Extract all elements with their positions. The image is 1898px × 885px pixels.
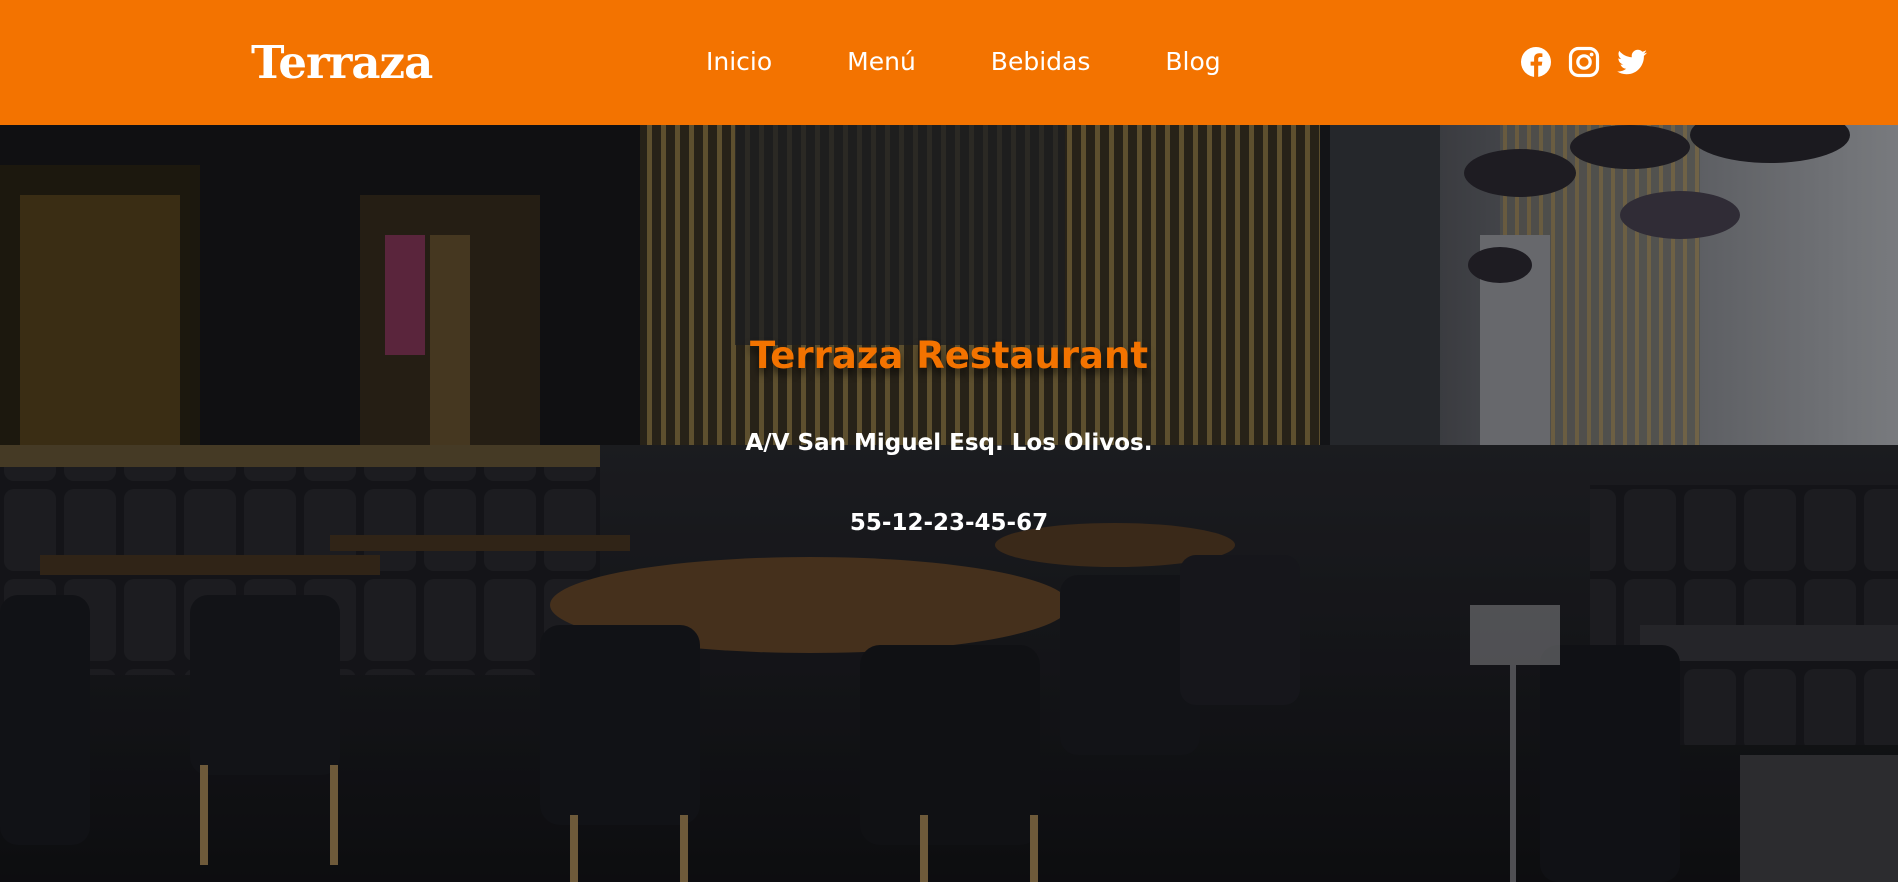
twitter-icon[interactable] <box>1616 46 1648 78</box>
nav-link-bebidas[interactable]: Bebidas <box>991 44 1091 80</box>
nav-link-blog[interactable]: Blog <box>1165 44 1220 80</box>
instagram-icon[interactable] <box>1568 46 1600 78</box>
nav-link-inicio[interactable]: Inicio <box>706 44 772 80</box>
hero-address: A/V San Miguel Esq. Los Olivos. <box>745 430 1153 456</box>
nav-link-menu[interactable]: Menú <box>847 44 916 80</box>
facebook-icon[interactable] <box>1520 46 1552 78</box>
site-header: Terraza Inicio Menú Bebidas Blog <box>0 0 1898 125</box>
site-logo[interactable]: Terraza <box>251 34 433 92</box>
hero-title: Terraza Restaurant <box>749 334 1149 377</box>
social-links <box>1520 46 1648 78</box>
hero-section: Terraza Restaurant A/V San Miguel Esq. L… <box>0 125 1898 882</box>
main-nav: Inicio Menú Bebidas Blog <box>706 44 1221 80</box>
hero-phone: 55-12-23-45-67 <box>849 510 1049 536</box>
hero-dark-overlay <box>0 125 1898 882</box>
